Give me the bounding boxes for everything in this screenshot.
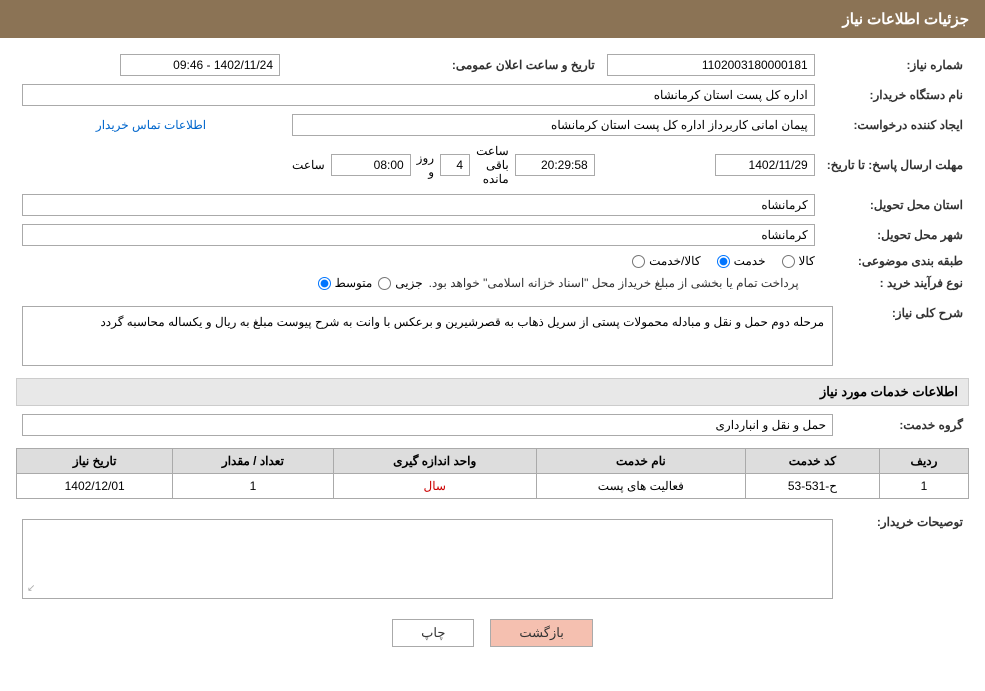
row-count: 1 bbox=[173, 474, 333, 499]
col-row: ردیف bbox=[879, 449, 968, 474]
category-khedmat-label: خدمت bbox=[734, 254, 766, 268]
print-button[interactable]: چاپ bbox=[392, 619, 474, 647]
category-kala-khedmat[interactable]: کالا/خدمت bbox=[632, 254, 700, 268]
creator-label: ایجاد کننده درخواست: bbox=[821, 110, 969, 140]
purchase-type-note: پرداخت تمام یا بخشی از مبلغ خریداز محل "… bbox=[429, 276, 799, 290]
row-date: 1402/12/01 bbox=[17, 474, 173, 499]
category-kala-label: کالا bbox=[799, 254, 815, 268]
city-value: کرمانشاه bbox=[22, 224, 815, 246]
province-label: استان محل تحویل: bbox=[821, 190, 969, 220]
buyer-notes-box: ↙ bbox=[22, 519, 833, 599]
page-header: جزئیات اطلاعات نیاز bbox=[0, 0, 985, 38]
creator-value: پیمان امانی کاربرداز اداره کل پست استان … bbox=[292, 114, 815, 136]
page-title: جزئیات اطلاعات نیاز bbox=[843, 11, 970, 28]
contact-info-link[interactable]: اطلاعات تماس خریدار bbox=[96, 118, 206, 132]
category-khedmat[interactable]: خدمت bbox=[717, 254, 766, 268]
deadline-remaining-label: ساعت باقی مانده bbox=[476, 144, 509, 186]
category-label: طبقه بندی موضوعی: bbox=[821, 250, 969, 272]
province-value: کرمانشاه bbox=[22, 194, 815, 216]
col-date: تاریخ نیاز bbox=[17, 449, 173, 474]
table-row: 1 ح-531-53 فعالیت های پست سال 1 1402/12/… bbox=[17, 474, 969, 499]
description-text: مرحله دوم حمل و نقل و مبادله محمولات پست… bbox=[22, 306, 833, 366]
service-group-label: گروه خدمت: bbox=[839, 410, 969, 440]
purchase-motevaset-label: متوسط bbox=[335, 276, 373, 290]
col-unit: واحد اندازه گیری bbox=[333, 449, 536, 474]
description-label: شرح کلی نیاز: bbox=[839, 302, 969, 370]
col-name: نام خدمت bbox=[536, 449, 745, 474]
deadline-date: 1402/11/29 bbox=[715, 154, 815, 176]
buyer-org-label: نام دستگاه خریدار: bbox=[821, 80, 969, 110]
services-section-header: اطلاعات خدمات مورد نیاز bbox=[16, 378, 969, 406]
col-code: کد خدمت bbox=[745, 449, 879, 474]
row-code: ح-531-53 bbox=[745, 474, 879, 499]
announce-label: تاریخ و ساعت اعلان عمومی: bbox=[286, 50, 601, 80]
purchase-type-label: نوع فرآیند خرید : bbox=[821, 272, 969, 294]
category-radio-group: کالا/خدمت خدمت کالا bbox=[22, 254, 815, 268]
order-number-label: شماره نیاز: bbox=[821, 50, 969, 80]
deadline-days: 4 bbox=[440, 154, 470, 176]
purchase-type-motevaset[interactable]: متوسط bbox=[318, 276, 373, 290]
order-number-value: 1102003180000181 bbox=[607, 54, 815, 76]
deadline-label: مهلت ارسال پاسخ: تا تاریخ: bbox=[821, 140, 969, 190]
announce-value: 1402/11/24 - 09:46 bbox=[120, 54, 280, 76]
buttons-row: بازگشت چاپ bbox=[16, 619, 969, 647]
back-button[interactable]: بازگشت bbox=[490, 619, 592, 647]
buyer-org-value: اداره کل پست استان کرمانشاه bbox=[22, 84, 815, 106]
deadline-remaining: 20:29:58 bbox=[515, 154, 595, 176]
purchase-jozi-label: جزیی bbox=[395, 276, 422, 290]
row-unit: سال bbox=[333, 474, 536, 499]
city-label: شهر محل تحویل: bbox=[821, 220, 969, 250]
category-kala-khedmat-label: کالا/خدمت bbox=[649, 254, 700, 268]
buyer-notes-label: توصیحات خریدار: bbox=[839, 511, 969, 603]
deadline-time-label: ساعت bbox=[292, 158, 325, 172]
deadline-time: 08:00 bbox=[331, 154, 411, 176]
category-kala[interactable]: کالا bbox=[782, 254, 815, 268]
col-count: تعداد / مقدار bbox=[173, 449, 333, 474]
buyer-notes-corner: ↙ bbox=[27, 583, 35, 594]
deadline-days-label: روز و bbox=[417, 151, 434, 179]
row-number: 1 bbox=[879, 474, 968, 499]
row-name: فعالیت های پست bbox=[536, 474, 745, 499]
service-group-value: حمل و نقل و انبارداری bbox=[22, 414, 833, 436]
purchase-type-jozi[interactable]: جزیی bbox=[378, 276, 422, 290]
services-table: ردیف کد خدمت نام خدمت واحد اندازه گیری ت… bbox=[16, 448, 969, 499]
